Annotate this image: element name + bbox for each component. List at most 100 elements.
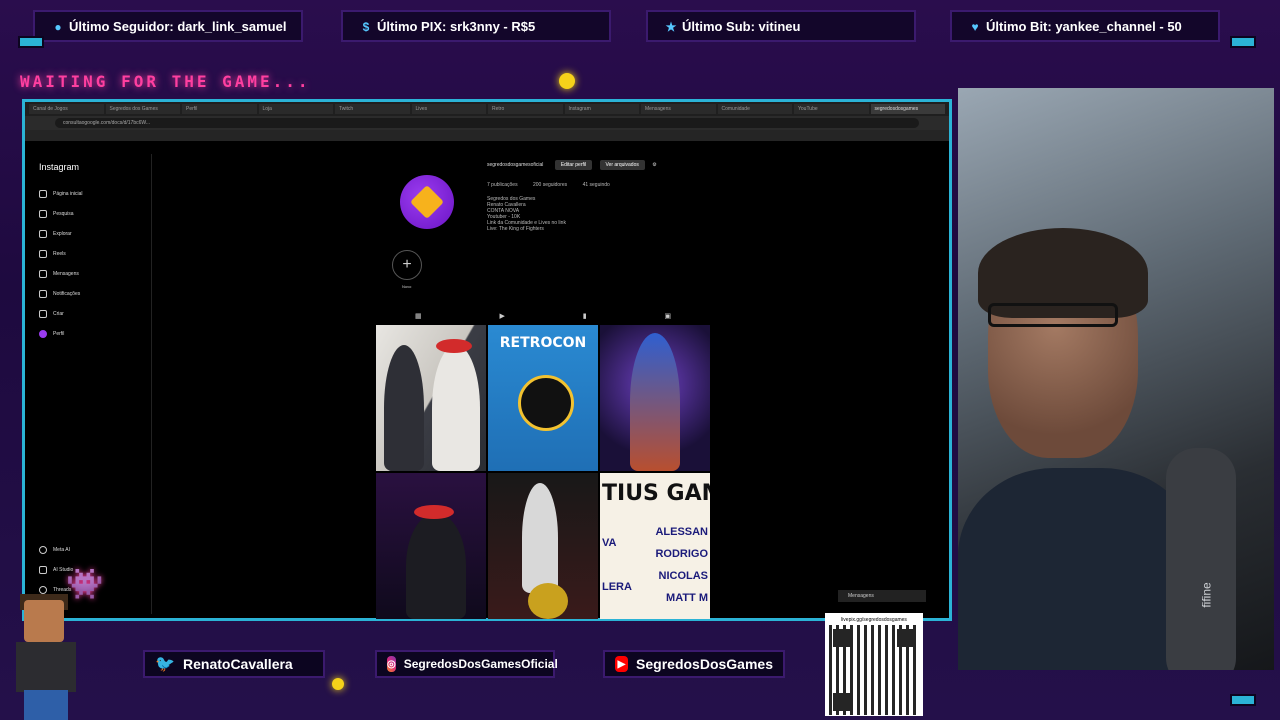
browser-tab-active[interactable]: segredosdosgames <box>870 104 945 114</box>
person-figure <box>406 513 466 619</box>
browser-tab[interactable]: Retro <box>488 104 563 114</box>
bandana-icon <box>436 339 472 353</box>
nav-label: Mensagens <box>53 271 79 277</box>
grid-icon[interactable]: ▦ <box>415 312 422 320</box>
last-bit-label: Último Bit: yankee_channel - 50 <box>986 18 1182 34</box>
messages-popup[interactable]: Mensagens <box>838 590 926 602</box>
send-icon <box>39 270 47 278</box>
corner-decoration <box>1230 36 1256 48</box>
profile-avatar[interactable] <box>400 175 454 229</box>
browser-tab[interactable]: Segredos dos Games <box>105 104 180 114</box>
compass-icon <box>39 230 47 238</box>
nav-label: Meta AI <box>53 547 70 553</box>
browser-tab[interactable]: Mensagens <box>641 104 716 114</box>
character-figure <box>630 333 680 471</box>
meta-ai-icon <box>39 546 47 554</box>
ai-studio-icon <box>39 566 47 574</box>
last-pix-alert: $ Último PIX: srk3nny - R$5 <box>341 10 611 42</box>
user-icon: ● <box>54 20 62 34</box>
waiting-banner: WAITING FOR THE GAME... <box>20 72 311 91</box>
space-invader-icon: 👾 <box>66 568 104 601</box>
corner-decoration <box>1230 694 1256 706</box>
view-archive-button[interactable]: Ver arquivados <box>599 160 645 170</box>
nav-create[interactable]: Criar <box>33 304 153 324</box>
nav-label: Criar <box>53 311 64 317</box>
nav-label: Perfil <box>53 331 65 337</box>
browser-tab[interactable]: Comunidade <box>717 104 792 114</box>
browser-tab[interactable]: Canal de Jogos <box>29 104 104 114</box>
heart-icon <box>39 290 47 298</box>
youtube-icon: ▶ <box>615 656 629 672</box>
post-thumbnail[interactable] <box>600 325 710 471</box>
nav-search[interactable]: Pesquisa <box>33 204 153 224</box>
browser-tab[interactable]: Twitch <box>335 104 410 114</box>
reels-icon <box>39 250 47 258</box>
corner-decoration <box>18 36 44 48</box>
post-left-text: VA LERA <box>602 521 632 609</box>
instagram-icon: ◎ <box>387 656 396 672</box>
dollar-icon: $ <box>362 20 370 34</box>
profile-username: segredosdosgamesoficial <box>487 162 544 168</box>
post-text-line: VA <box>602 537 617 549</box>
profile-info: segredosdosgamesoficial Editar perfil Ve… <box>487 160 657 232</box>
address-bar: consultaogoogle.com/docs/d/17bc6W... <box>25 116 949 130</box>
twitter-label: RenatoCavallera <box>183 656 293 672</box>
browser-tab[interactable]: Instagram <box>564 104 639 114</box>
star-icon: ★ <box>665 20 677 34</box>
url-input[interactable]: consultaogoogle.com/docs/d/17bc6W... <box>55 118 919 128</box>
coin-decoration <box>332 678 344 690</box>
nav-label: Página inicial <box>53 191 83 197</box>
threads-icon <box>39 586 47 594</box>
pixel-head <box>24 600 64 642</box>
instagram-sidebar: Instagram Página inicial Pesquisa Explor… <box>33 154 153 614</box>
last-sub-alert: ★ Último Sub: vitineu <box>646 10 916 42</box>
bookmark-icon[interactable]: ▮ <box>583 312 587 320</box>
shirt-shape <box>958 468 1198 670</box>
nav-meta-ai[interactable]: Meta AI <box>33 540 73 560</box>
post-thumbnail[interactable]: RETROCON <box>488 325 598 471</box>
settings-icon[interactable]: ⚙ <box>652 162 656 168</box>
last-follower-alert: ● Último Seguidor: dark_link_samuel <box>33 10 303 42</box>
post-thumbnail[interactable]: TIUS GAM VA LERA ALESSAN RODRIGO NICOLAS… <box>600 473 710 619</box>
nav-home[interactable]: Página inicial <box>33 184 153 204</box>
drum-icon <box>528 583 568 619</box>
followers-count[interactable]: 200 seguidores <box>533 182 567 188</box>
nav-notifications[interactable]: Notificações <box>33 284 153 304</box>
edit-profile-button[interactable]: Editar perfil <box>554 160 593 170</box>
last-bit-alert: ♥ Último Bit: yankee_channel - 50 <box>950 10 1220 42</box>
qr-pattern <box>829 625 919 715</box>
post-thumbnail[interactable] <box>488 473 598 619</box>
nav-label: Reels <box>53 251 66 257</box>
browser-tab[interactable]: Perfil <box>182 104 257 114</box>
stream-overlay: { "alerts": [ {"label": "Último Seguidor… <box>0 0 1280 720</box>
nav-reels[interactable]: Reels <box>33 244 153 264</box>
qr-code: livepix.gg/segredosdosgames <box>825 613 923 716</box>
glasses-shape <box>988 303 1118 327</box>
avatar-icon <box>39 330 47 338</box>
reels-icon[interactable]: ▶ <box>499 312 504 320</box>
performer-figure <box>522 483 558 593</box>
following-count[interactable]: 41 seguindo <box>583 182 610 188</box>
sidebar-divider <box>151 154 152 614</box>
post-thumbnail[interactable] <box>376 473 486 619</box>
nav-explore[interactable]: Explorar <box>33 224 153 244</box>
instagram-logo[interactable]: Instagram <box>39 162 153 172</box>
profile-stats: 7 publicações 200 seguidores 41 seguindo <box>487 182 657 188</box>
nav-label: Notificações <box>53 291 81 297</box>
instagram-handle: ◎ SegredosDosGamesOficial <box>375 650 558 678</box>
tagged-icon[interactable]: ▣ <box>664 312 671 320</box>
browser-tab[interactable]: YouTube <box>794 104 869 114</box>
pixel-body <box>16 642 76 692</box>
browser-tab[interactable]: Lives <box>411 104 486 114</box>
nav-profile[interactable]: Perfil <box>33 324 153 344</box>
new-highlight-button[interactable]: + <box>392 250 422 280</box>
search-icon <box>39 210 47 218</box>
bandana-icon <box>414 505 454 519</box>
post-thumbnail[interactable] <box>376 325 486 471</box>
post-title: TIUS GAM <box>602 481 710 506</box>
posts-grid: RETROCON TIUS GAM VA LERA ALESSAN RODRIG… <box>376 325 710 619</box>
nav-messages[interactable]: Mensagens <box>33 264 153 284</box>
twitter-handle: 🐦 RenatoCavallera <box>143 650 325 678</box>
browser-tab[interactable]: Loja <box>258 104 333 114</box>
home-icon <box>39 190 47 198</box>
